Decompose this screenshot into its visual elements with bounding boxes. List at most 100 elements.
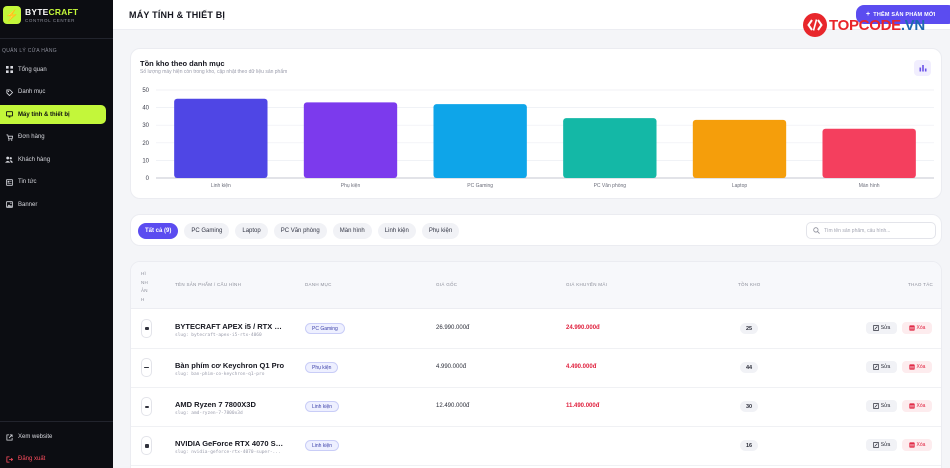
search-input[interactable] [824, 227, 934, 234]
category-badge: Linh kiện [305, 401, 340, 412]
logout-label: Đăng xuất [18, 456, 46, 462]
delete-label: Xóa [916, 325, 926, 331]
product-thumbnail[interactable] [141, 358, 152, 377]
product-slug: slug: amd-ryzen-7-7800x3d [175, 411, 243, 416]
table-row: NVIDIA GeForce RTX 4070 SUPER slug: nvid… [131, 427, 941, 466]
product-thumbnail[interactable] [141, 319, 152, 338]
edit-label: Sửa [880, 403, 891, 409]
chart-bar [303, 102, 398, 178]
product-name[interactable]: Bàn phím cơ Keychron Q1 Pro [175, 361, 285, 370]
sidebar-item-overview[interactable]: Tổng quan [0, 60, 113, 79]
delete-button[interactable]: Xóa [902, 439, 932, 451]
product-thumbnail[interactable] [141, 397, 152, 416]
product-slug: slug: nvidia-geforce-rtx-4070-super-... [175, 450, 281, 455]
view-website-link[interactable]: Xem website [0, 430, 113, 444]
chart-title: Tồn kho theo danh mục [140, 59, 225, 68]
product-name[interactable]: BYTECRAFT APEX i5 / RTX 4060 [175, 322, 285, 331]
edit-icon [872, 364, 879, 370]
logout-icon [5, 455, 13, 463]
edit-button[interactable]: Sửa [866, 400, 897, 412]
sidebar-item-computers[interactable]: Máy tính & thiết bị [0, 105, 106, 124]
view-website-label: Xem website [18, 434, 53, 440]
sidebar-item-banner[interactable]: Banner [0, 195, 113, 214]
filter-chip-pc-gaming[interactable]: PC Gaming [184, 223, 230, 239]
edit-label: Sửa [880, 442, 891, 448]
sidebar-item-label: Tin tức [18, 179, 37, 185]
filter-bar: Tất cả (9) PC Gaming Laptop PC Văn phòng… [130, 214, 942, 246]
table-header: HÌNH ẢNH TÊN SẢN PHẨM / CẤU HÌNH DANH MỤ… [131, 262, 941, 309]
edit-button[interactable]: Sửa [866, 322, 897, 334]
chart-bar [563, 118, 657, 178]
column-header-image: HÌNH ẢNH [141, 271, 149, 302]
sale-price: 11.490.000đ [566, 403, 600, 409]
image-icon [5, 201, 13, 209]
cart-icon [5, 133, 13, 141]
topcode-logo-text: TOPCODE.VN [829, 17, 925, 34]
chart-subtitle: Số lượng máy hiện còn trong kho, cập nhậ… [140, 69, 288, 75]
filter-chip-monitor[interactable]: Màn hình [332, 223, 372, 239]
search-box[interactable] [806, 222, 936, 239]
topcode-logo: TOPCODE.VN [803, 13, 925, 37]
chart-y-tick-label: 20 [142, 141, 149, 147]
chart-y-tick-label: 0 [146, 176, 150, 182]
product-name[interactable]: NVIDIA GeForce RTX 4070 SUPER [175, 439, 285, 448]
sidebar-item-categories[interactable]: Danh mục [0, 83, 113, 102]
chart-x-tick-label: PC Gaming [467, 183, 493, 189]
column-header-name: TÊN SẢN PHẨM / CẤU HÌNH [175, 282, 242, 287]
delete-label: Xóa [916, 403, 926, 409]
tag-icon [5, 88, 13, 96]
filter-chip-all[interactable]: Tất cả (9) [138, 223, 179, 239]
delete-button[interactable]: Xóa [902, 322, 932, 334]
delete-label: Xóa [916, 442, 926, 448]
trash-icon [908, 325, 915, 331]
sidebar-bottom: Xem website Đăng xuất [0, 421, 113, 468]
delete-button[interactable]: Xóa [902, 400, 932, 412]
users-icon [5, 156, 13, 164]
table-row: AMD Ryzen 7 7800X3D slug: amd-ryzen-7-78… [131, 388, 941, 427]
search-icon [813, 227, 820, 234]
sidebar-item-orders[interactable]: Đơn hàng [0, 128, 113, 147]
news-icon [5, 178, 13, 186]
brand[interactable]: ⚡ BYTECRAFT CONTROL CENTER [0, 0, 113, 30]
product-slug: slug: bytecraft-apex-i5-rtx-4060 [175, 333, 262, 338]
chart-x-tick-label: Màn hình [859, 183, 880, 189]
stock-count: 16 [740, 440, 758, 451]
filter-chip-laptop[interactable]: Laptop [235, 223, 268, 239]
sidebar-item-label: Tổng quan [18, 66, 47, 73]
chart-bar [433, 104, 527, 178]
brand-name-main: BYTE [25, 7, 49, 17]
edit-icon [872, 442, 879, 448]
product-name[interactable]: AMD Ryzen 7 7800X3D [175, 400, 285, 409]
filter-chip-pc-office[interactable]: PC Văn phòng [273, 223, 327, 239]
category-badge: Phụ kiện [305, 362, 339, 373]
chart-y-tick-label: 50 [142, 88, 149, 94]
chart-x-tick-label: PC Văn phòng [594, 183, 627, 189]
sidebar-item-news[interactable]: Tin tức [0, 173, 113, 192]
sidebar-item-label: Khách hàng [18, 156, 51, 163]
chart-y-tick-label: 40 [142, 106, 149, 112]
sidebar-item-customers[interactable]: Khách hàng [0, 150, 113, 169]
edit-button[interactable]: Sửa [866, 361, 897, 373]
sidebar-item-label: Danh mục [18, 89, 46, 95]
chart-bar [692, 119, 787, 178]
column-header-stock: TỒN KHO [738, 282, 761, 287]
stock-count: 30 [740, 401, 758, 412]
topcode-logo-text-domain: .VN [900, 16, 925, 34]
edit-label: Sửa [880, 325, 891, 331]
chart-options-button[interactable] [914, 60, 931, 76]
logout-button[interactable]: Đăng xuất [0, 452, 113, 466]
column-header-actions: THAO TÁC [908, 282, 934, 287]
filter-chip-accessories[interactable]: Phụ kiện [421, 223, 460, 239]
chart-bar [174, 98, 268, 178]
product-thumbnail[interactable] [141, 436, 152, 455]
delete-button[interactable]: Xóa [902, 361, 932, 373]
brand-name: BYTECRAFT [25, 7, 78, 17]
column-header-sale-price: GIÁ KHUYẾN MÃI [566, 282, 608, 287]
edit-button[interactable]: Sửa [866, 439, 897, 451]
filter-chip-components[interactable]: Linh kiện [377, 223, 416, 239]
sidebar-section-title: QUẢN LÝ CỬA HÀNG [2, 48, 57, 54]
category-badge: Linh kiện [305, 440, 340, 451]
delete-label: Xóa [916, 364, 926, 370]
external-link-icon [5, 433, 13, 441]
bar-chart-icon [919, 65, 926, 72]
